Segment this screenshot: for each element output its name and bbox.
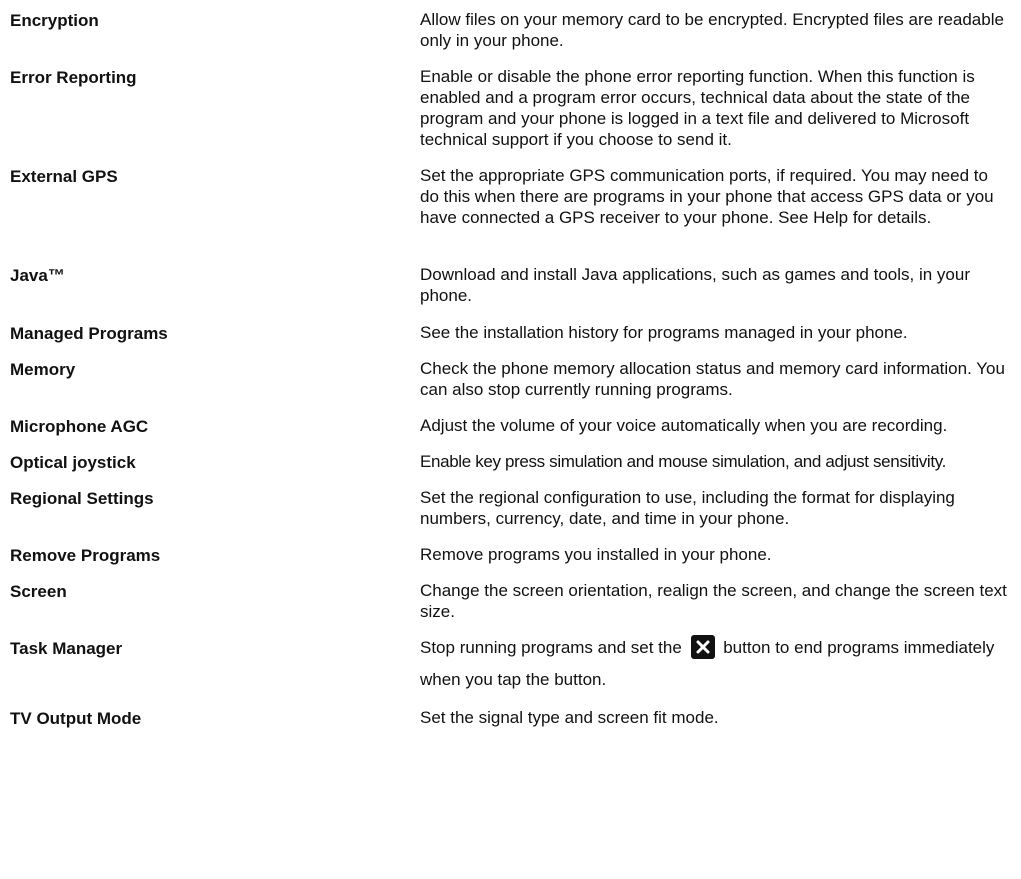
setting-term: Task Manager bbox=[10, 639, 123, 658]
setting-term: Screen bbox=[10, 582, 67, 601]
setting-description: Change the screen orientation, realign t… bbox=[420, 581, 1007, 621]
setting-row-java: Java™ Download and install Java applicat… bbox=[10, 264, 1010, 322]
setting-term: TV Output Mode bbox=[10, 709, 142, 728]
setting-description: Set the regional configuration to use, i… bbox=[420, 488, 955, 528]
setting-description: Adjust the volume of your voice automati… bbox=[420, 416, 948, 435]
setting-description: Set the signal type and screen fit mode. bbox=[420, 708, 719, 727]
setting-term: External GPS bbox=[10, 167, 118, 186]
setting-term: Managed Programs bbox=[10, 324, 168, 343]
settings-definition-list: Encryption Allow files on your memory ca… bbox=[10, 9, 1010, 737]
setting-description: Allow files on your memory card to be en… bbox=[420, 10, 1004, 50]
setting-row-microphone-agc: Microphone AGC Adjust the volume of your… bbox=[10, 415, 1010, 451]
setting-description: Download and install Java applications, … bbox=[420, 265, 970, 305]
setting-term: Regional Settings bbox=[10, 489, 154, 508]
setting-row-task-manager: Task Manager Stop running programs and s… bbox=[10, 634, 1010, 707]
setting-row-memory: Memory Check the phone memory allocation… bbox=[10, 358, 1010, 415]
setting-term: Microphone AGC bbox=[10, 417, 149, 436]
setting-row-regional-settings: Regional Settings Set the regional confi… bbox=[10, 487, 1010, 544]
setting-row-external-gps: External GPS Set the appropriate GPS com… bbox=[10, 165, 1010, 264]
setting-description: Enable key press simulation and mouse si… bbox=[420, 452, 946, 471]
setting-term: Optical joystick bbox=[10, 453, 136, 472]
setting-term: Remove Programs bbox=[10, 546, 161, 565]
setting-term: Encryption bbox=[10, 11, 99, 30]
setting-row-remove-programs: Remove Programs Remove programs you inst… bbox=[10, 544, 1010, 580]
setting-row-error-reporting: Error Reporting Enable or disable the ph… bbox=[10, 66, 1010, 165]
setting-description: Enable or disable the phone error report… bbox=[420, 67, 975, 149]
setting-description: Set the appropriate GPS communication po… bbox=[420, 166, 994, 227]
close-x-icon bbox=[690, 634, 715, 659]
setting-term: Java™ bbox=[10, 266, 65, 285]
setting-row-screen: Screen Change the screen orientation, re… bbox=[10, 580, 1010, 637]
setting-row-optical-joystick: Optical joystick Enable key press simula… bbox=[10, 451, 1010, 487]
description-text-before-icon: Stop running programs and set the bbox=[420, 638, 687, 657]
setting-description: Stop running programs and set the button… bbox=[420, 632, 1010, 696]
setting-row-encryption: Encryption Allow files on your memory ca… bbox=[10, 9, 1010, 66]
setting-row-managed-programs: Managed Programs See the installation hi… bbox=[10, 322, 1010, 358]
setting-description: See the installation history for program… bbox=[420, 323, 908, 342]
setting-description: Check the phone memory allocation status… bbox=[420, 359, 1005, 399]
setting-description: Remove programs you installed in your ph… bbox=[420, 545, 772, 564]
setting-term: Memory bbox=[10, 360, 76, 379]
setting-row-tv-output-mode: TV Output Mode Set the signal type and s… bbox=[10, 707, 1010, 737]
setting-term: Error Reporting bbox=[10, 68, 137, 87]
